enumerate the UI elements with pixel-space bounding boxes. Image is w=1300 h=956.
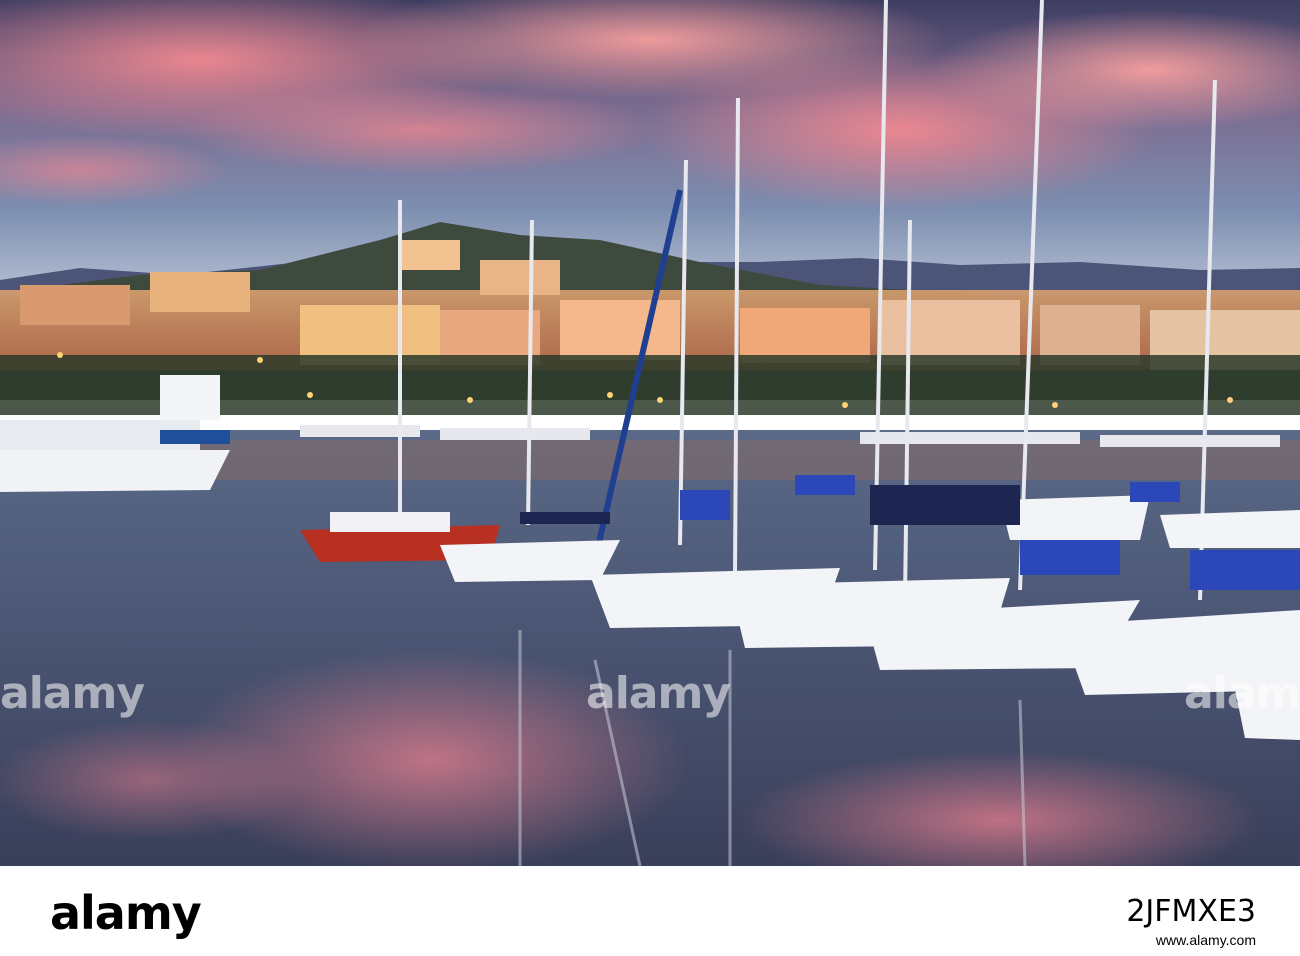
- sky-reflection: [0, 720, 310, 840]
- watermark-text: alamy: [586, 668, 731, 719]
- watermark-text: alamy: [1184, 668, 1300, 719]
- pink-cloud: [180, 85, 660, 175]
- watermark-text: alamy: [0, 668, 145, 719]
- footer-bar: alamy 2JFMXE3 www.alamy.com: [0, 866, 1300, 956]
- footer-logo: alamy: [50, 886, 202, 940]
- harbour-photo: alamy alamy alamy: [0, 0, 1300, 866]
- footer-url: www.alamy.com: [1155, 932, 1256, 948]
- image-id: 2JFMXE3: [1126, 894, 1256, 929]
